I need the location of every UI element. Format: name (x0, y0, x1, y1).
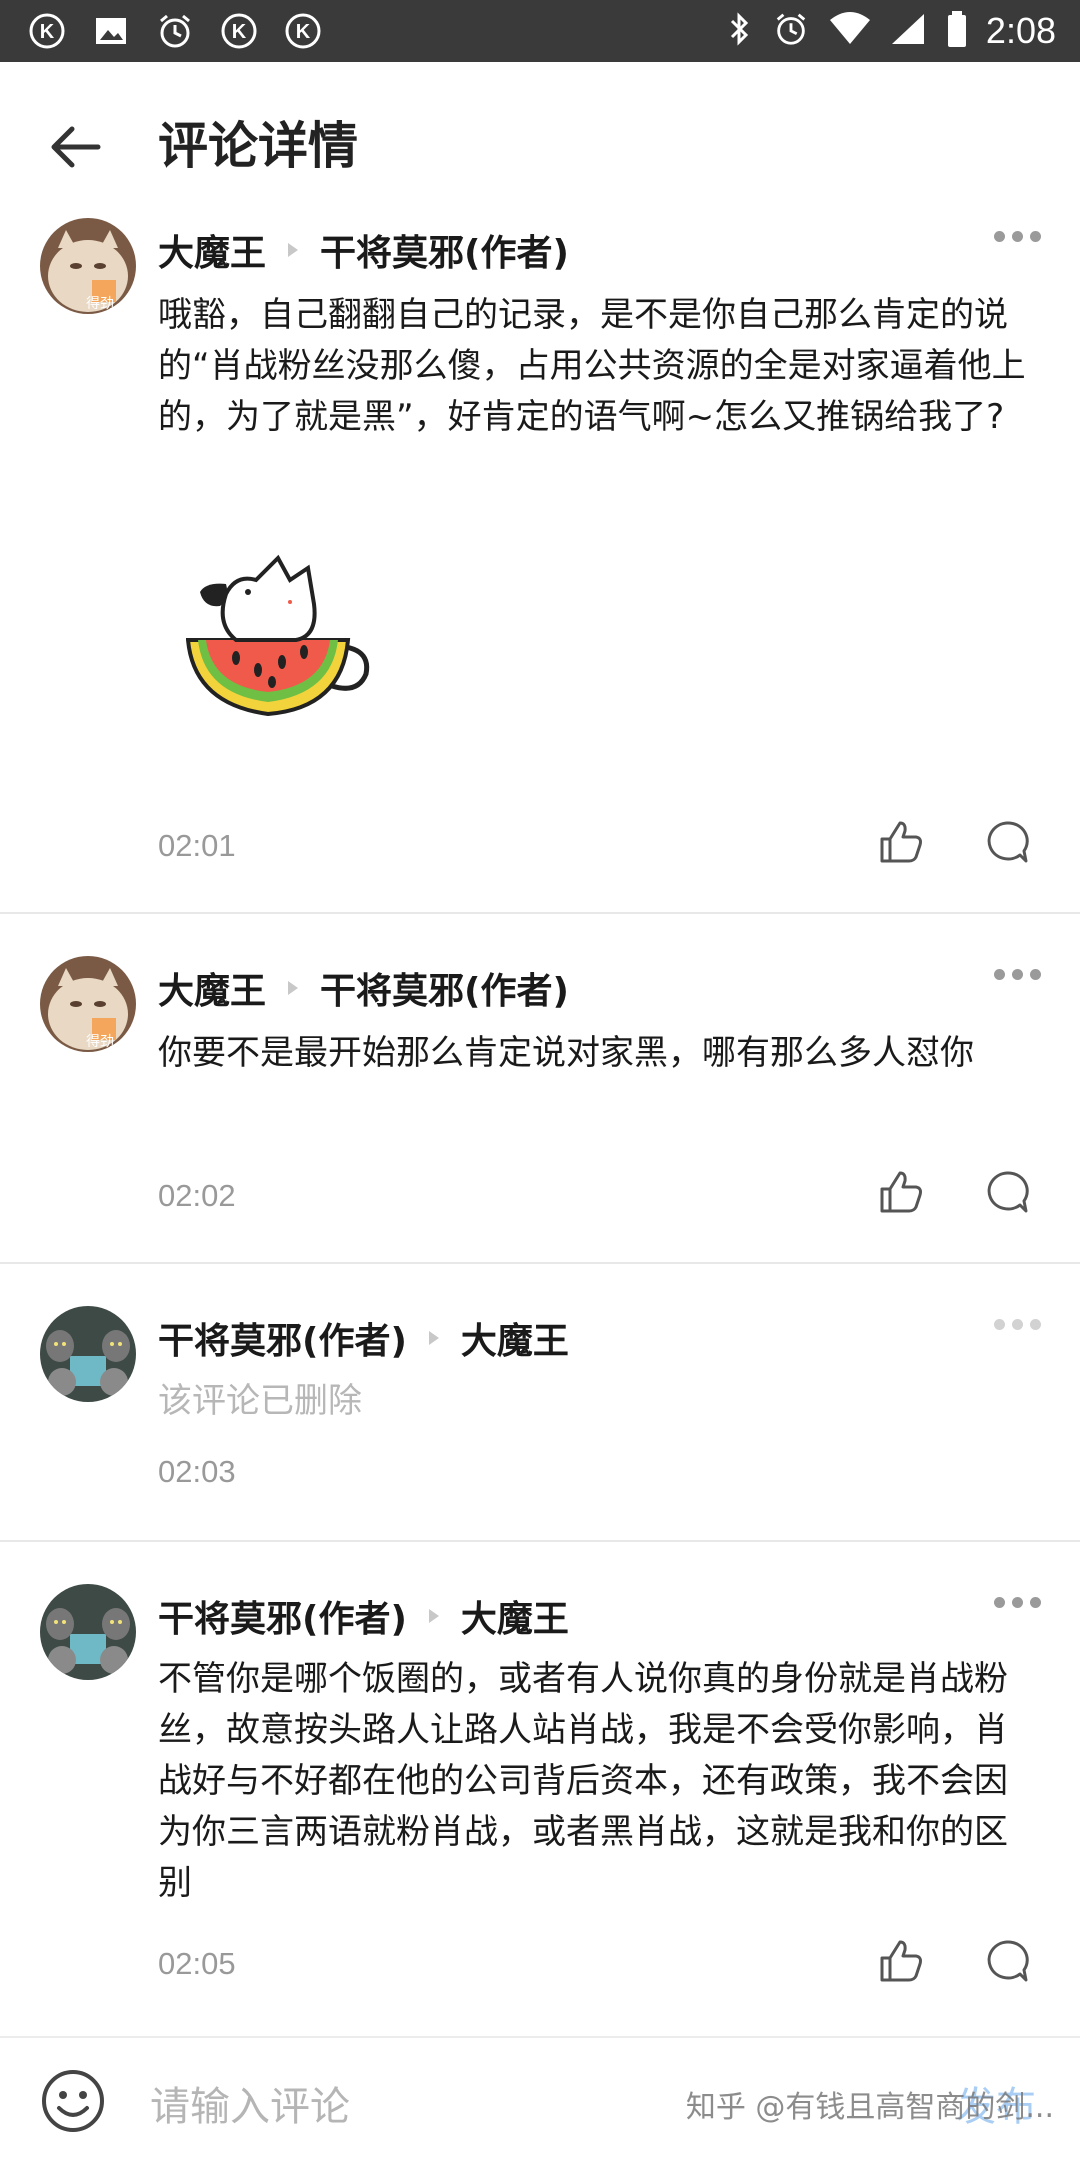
reply-to-name[interactable]: 干将莫邪(作者) (320, 224, 569, 276)
comment-text: 你要不是最开始那么肯定说对家黑，哪有那么多人怼你 (158, 1033, 974, 1073)
comment-text: 不管你是哪个饭圈的，或者有人说你真的身份就是肖战粉丝，故意按头路人让路人站肖战，… (158, 1659, 1008, 1903)
battery-icon (946, 9, 968, 53)
avatar[interactable]: 得劲 (40, 218, 136, 314)
reply-icon[interactable] (982, 817, 1032, 867)
alarm-icon (772, 10, 810, 52)
avatar[interactable] (40, 1306, 136, 1402)
comment-detail-sheet: 评论详情 得劲 大魔王 干将莫邪(作者) 哦豁，自己翻翻自己的记录，是不是你自己… (0, 62, 1080, 2162)
reply-arrow-icon (421, 1325, 447, 1351)
bluetooth-icon (724, 9, 754, 53)
like-icon[interactable] (876, 1167, 926, 1217)
more-icon[interactable] (994, 964, 1042, 984)
deleted-comment-text: 该评论已删除 (158, 1381, 362, 1421)
svg-text:得劲: 得劲 (86, 295, 114, 312)
comment-input-bar: 请输入评论 发布 知乎 @有钱且高智商的剑... (0, 2036, 1080, 2162)
watermark: 知乎 @有钱且高智商的剑... (685, 2090, 1054, 2125)
more-icon[interactable] (994, 1314, 1042, 1334)
avatar[interactable] (40, 1584, 136, 1680)
wifi-icon (828, 10, 872, 52)
like-icon[interactable] (876, 817, 926, 867)
svg-text:K: K (232, 21, 247, 43)
reply-to-name[interactable]: 大魔王 (461, 1590, 569, 1642)
author-name[interactable]: 干将莫邪(作者) (158, 1590, 407, 1642)
alarm-icon (154, 10, 196, 52)
signal-icon (890, 10, 928, 52)
comment-names: 大魔王 干将莫邪(作者) (158, 224, 569, 276)
divider (0, 912, 1080, 914)
like-icon[interactable] (876, 1936, 926, 1986)
k-badge-icon: K (282, 10, 324, 52)
image-icon (90, 10, 132, 52)
reply-icon[interactable] (982, 1936, 1032, 1986)
comment-time: 02:01 (158, 828, 236, 863)
comment-time: 02:05 (158, 1946, 236, 1981)
status-bar: K K K 2:08 (0, 0, 1080, 62)
k-badge-icon: K (218, 10, 260, 52)
reply-to-name[interactable]: 干将莫邪(作者) (320, 962, 569, 1014)
author-name[interactable]: 大魔王 (158, 224, 266, 276)
author-name[interactable]: 干将莫邪(作者) (158, 1312, 407, 1364)
avatar[interactable]: 得劲 (40, 956, 136, 1052)
comment-names: 干将莫邪(作者) 大魔王 (158, 1590, 569, 1642)
svg-text:得劲: 得劲 (86, 1033, 114, 1050)
comment-time: 02:02 (158, 1178, 236, 1213)
author-name[interactable]: 大魔王 (158, 962, 266, 1014)
comment-time: 02:03 (158, 1454, 236, 1489)
divider (0, 1540, 1080, 1542)
header: 评论详情 (0, 62, 1080, 212)
comment-names: 大魔王 干将莫邪(作者) (158, 962, 569, 1014)
comment-names: 干将莫邪(作者) 大魔王 (158, 1312, 569, 1364)
watermelon-dog-sticker (185, 554, 382, 724)
emoji-icon[interactable] (40, 2068, 106, 2134)
svg-text:K: K (40, 21, 55, 43)
reply-arrow-icon (421, 1603, 447, 1629)
comment-input[interactable]: 请输入评论 (150, 2074, 350, 2132)
comment-text: 哦豁，自己翻翻自己的记录，是不是你自己那么肯定的说的“肖战粉丝没那么傻，占用公共… (158, 295, 1026, 437)
more-icon[interactable] (994, 1592, 1042, 1612)
k-badge-icon: K (26, 10, 68, 52)
reply-to-name[interactable]: 大魔王 (461, 1312, 569, 1364)
reply-arrow-icon (280, 237, 306, 263)
clock: 2:08 (985, 10, 1056, 51)
reply-arrow-icon (280, 975, 306, 1001)
back-arrow-icon[interactable] (40, 112, 110, 182)
reply-icon[interactable] (982, 1167, 1032, 1217)
page-title: 评论详情 (158, 117, 358, 175)
svg-text:K: K (296, 21, 311, 43)
divider (0, 1262, 1080, 1264)
more-icon[interactable] (994, 226, 1042, 246)
